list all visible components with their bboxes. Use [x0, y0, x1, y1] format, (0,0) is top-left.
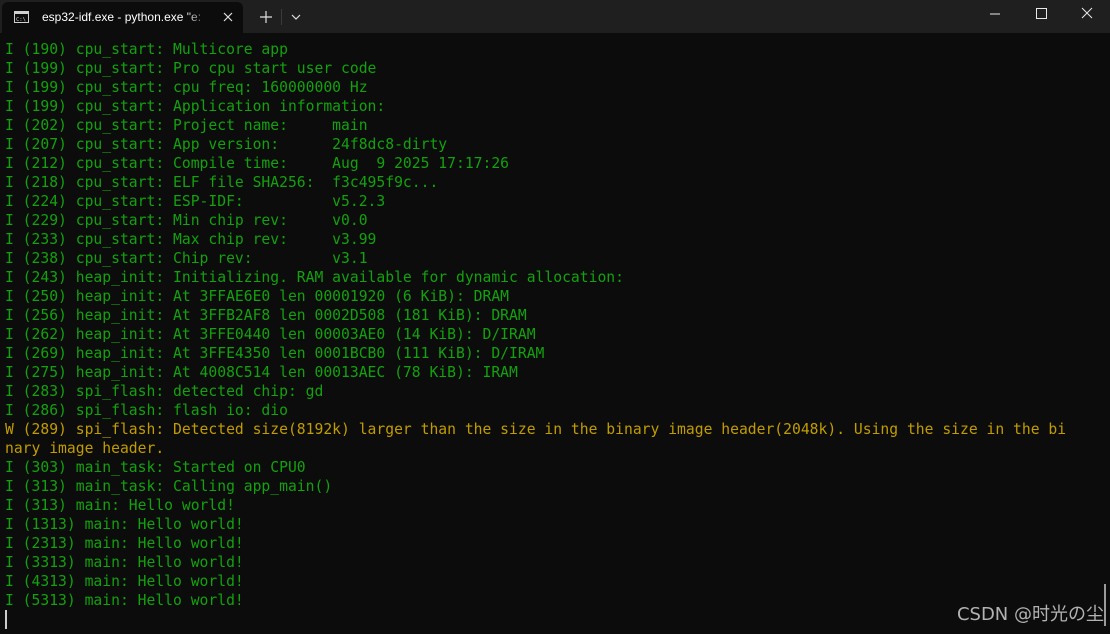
console-line: I (313) main_task: Calling app_main()	[5, 478, 333, 495]
console-line: I (256) heap_init: At 3FFB2AF8 len 0002D…	[5, 307, 527, 324]
console-output[interactable]: I (190) cpu_start: Multicore app I (199) …	[0, 33, 1110, 634]
console-line: I (303) main_task: Started on CPU0	[5, 459, 306, 476]
console-line: I (313) main: Hello world!	[5, 497, 235, 514]
console-line: I (1313) main: Hello world!	[5, 516, 244, 533]
console-line: I (250) heap_init: At 3FFAE6E0 len 00001…	[5, 288, 510, 305]
maximize-icon[interactable]	[1018, 0, 1064, 28]
console-line: I (199) cpu_start: cpu freq: 160000000 H…	[5, 79, 368, 96]
close-tab-icon[interactable]	[218, 7, 238, 27]
minimize-icon[interactable]	[972, 0, 1018, 28]
terminal-window: C:\ esp32-idf.exe - python.exe "e: I (19…	[0, 0, 1110, 634]
tab-separator	[281, 9, 282, 25]
console-icon: C:\	[14, 11, 29, 23]
console-line: I (269) heap_init: At 3FFE4350 len 0001B…	[5, 345, 545, 362]
console-line: I (233) cpu_start: Max chip rev: v3.99	[5, 231, 377, 248]
console-line: I (3313) main: Hello world!	[5, 554, 244, 571]
console-line: I (218) cpu_start: ELF file SHA256: f3c4…	[5, 174, 439, 191]
console-line: I (212) cpu_start: Compile time: Aug 9 2…	[5, 155, 510, 172]
chevron-down-icon[interactable]	[285, 6, 307, 28]
close-window-icon[interactable]	[1064, 0, 1110, 28]
console-line: I (202) cpu_start: Project name: main	[5, 117, 368, 134]
text-cursor	[5, 610, 7, 629]
console-line: I (5313) main: Hello world!	[5, 592, 244, 609]
title-bar[interactable]: C:\ esp32-idf.exe - python.exe "e:	[0, 0, 1110, 33]
console-line: I (199) cpu_start: Application informati…	[5, 98, 386, 115]
console-lines: I (190) cpu_start: Multicore app I (199) …	[5, 41, 1110, 611]
console-line: I (262) heap_init: At 3FFE0440 len 00003…	[5, 326, 536, 343]
console-line: I (2313) main: Hello world!	[5, 535, 244, 552]
scrollbar-thumb[interactable]	[1104, 584, 1106, 626]
console-line: nary image header.	[5, 440, 165, 457]
tab-title: esp32-idf.exe - python.exe "e:	[42, 10, 202, 24]
console-line: I (4313) main: Hello world!	[5, 573, 244, 590]
new-tab-plus-icon[interactable]	[255, 6, 277, 28]
console-line: I (207) cpu_start: App version: 24f8dc8-…	[5, 136, 448, 153]
console-line: I (275) heap_init: At 4008C514 len 00013…	[5, 364, 518, 381]
console-line: I (238) cpu_start: Chip rev: v3.1	[5, 250, 368, 267]
console-line: I (243) heap_init: Initializing. RAM ava…	[5, 269, 624, 286]
console-line: I (224) cpu_start: ESP-IDF: v5.2.3	[5, 193, 386, 210]
console-line: I (190) cpu_start: Multicore app	[5, 41, 288, 58]
watermark: CSDN @时光の尘	[956, 604, 1104, 625]
console-line: I (283) spi_flash: detected chip: gd	[5, 383, 324, 400]
console-line: I (199) cpu_start: Pro cpu start user co…	[5, 60, 377, 77]
tab-active[interactable]: C:\ esp32-idf.exe - python.exe "e:	[2, 2, 243, 33]
svg-text:C:\: C:\	[16, 17, 26, 23]
console-line: I (229) cpu_start: Min chip rev: v0.0	[5, 212, 368, 229]
console-line: I (286) spi_flash: flash io: dio	[5, 402, 288, 419]
console-line: W (289) spi_flash: Detected size(8192k) …	[5, 421, 1067, 438]
